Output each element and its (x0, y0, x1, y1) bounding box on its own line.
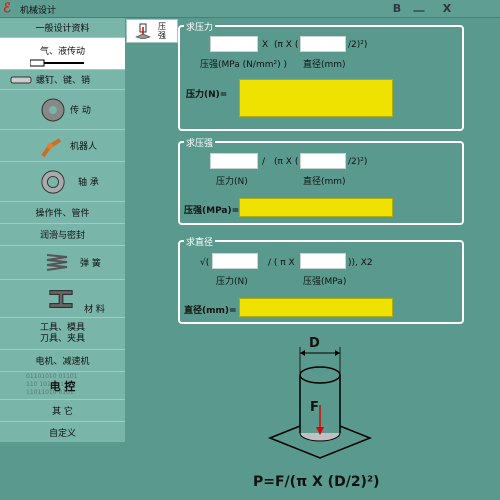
diameter-symbol-label: D (309, 336, 320, 351)
sidebar-item-operating-parts[interactable]: 操作件、管件 (0, 202, 125, 224)
pi-open-text: (π X ( (274, 40, 299, 50)
sidebar-item-pneumatic[interactable]: 气、液传动 (0, 38, 125, 70)
sidebar-item-label: 弹 簧 (80, 259, 101, 269)
divide-open-text: / ( π X (268, 258, 295, 268)
pressure-label: 压强(MPa (N/mm²) ) (200, 60, 287, 70)
window-title: 机械设计 (20, 6, 57, 16)
tail-text: /2)²) (348, 157, 368, 167)
tab-pressure[interactable]: 压 强 (126, 19, 178, 43)
sidebar-item-label: 螺钉、键、销 (36, 76, 91, 86)
i-beam-icon (48, 286, 74, 312)
force-label: 压力(N) (216, 177, 248, 187)
force-diameter-input[interactable] (300, 36, 346, 52)
sidebar-footer (0, 442, 125, 500)
group-title: 求压力 (184, 20, 216, 33)
pi-open-text: (π X ( (274, 157, 299, 167)
sidebar-item-label: 气、液传动 (39, 47, 85, 57)
spring-icon (44, 252, 70, 274)
sidebar-item-label: 机器人 (70, 142, 98, 152)
times-sign: X (262, 40, 269, 50)
close-button[interactable]: X (438, 1, 456, 16)
sidebar-item-electric-control[interactable]: 01101010 01101 110 10101 10 11011010 010… (0, 372, 125, 400)
divide-sign: / (262, 157, 266, 167)
minimize-button[interactable]: __ (410, 0, 428, 13)
pressure-diameter-input[interactable] (300, 153, 346, 169)
sidebar: 一般设计资料 气、液传动 螺钉、键、销 传 动 机器人 轴 承 操作件、管件 润… (0, 18, 125, 444)
pressure-formula: P=F/(π X (D/2)²) (253, 474, 380, 490)
sidebar-item-bearing[interactable]: 轴 承 (0, 162, 125, 202)
pressure-force-input[interactable] (210, 153, 258, 169)
group-title: 求压强 (184, 136, 216, 149)
force-result-label: 压力(N)= (186, 90, 228, 100)
diameter-force-input[interactable] (212, 253, 258, 269)
gear-icon (40, 97, 66, 123)
sidebar-item-spring[interactable]: 弹 簧 (0, 246, 125, 280)
sidebar-item-label: 电 控 (49, 379, 76, 393)
pressure-label: 压强(MPa) (303, 277, 347, 287)
sidebar-item-tools[interactable]: 工具、模具 刀具、夹具 (0, 318, 125, 350)
sidebar-item-label: 传 动 (70, 106, 91, 116)
sidebar-item-motors[interactable]: 电机、减速机 (0, 350, 125, 372)
tab-label: 压 强 (158, 22, 166, 40)
tail-text: /2)²) (348, 40, 368, 50)
sidebar-item-label: 工具、模具 刀具、夹具 (39, 322, 85, 344)
sidebar-item-label: 操作件、管件 (35, 209, 90, 219)
sidebar-item-material[interactable]: 材 料 (0, 280, 125, 318)
app-logo-icon: ℰ (3, 1, 11, 16)
robot-arm-icon (40, 134, 66, 158)
sidebar-item-label: 轴 承 (78, 178, 99, 188)
pressure-result-field (239, 198, 393, 217)
bearing-icon (40, 168, 66, 196)
sidebar-item-lubrication[interactable]: 润滑与密封 (0, 224, 125, 246)
group-title: 求直径 (184, 235, 216, 248)
force-pressure-input[interactable] (210, 36, 258, 52)
sidebar-item-label: 材 料 (84, 305, 105, 315)
sidebar-item-other[interactable]: 其 它 (0, 400, 125, 422)
sidebar-item-label: 电机、减速机 (35, 357, 90, 367)
sidebar-item-general[interactable]: 一般设计资料 (0, 18, 125, 38)
diameter-label: 直径(mm) (303, 177, 346, 187)
diameter-result-label: 直径(mm)= (184, 306, 237, 316)
title-bar: ℰ 机械设计 B __ X (0, 0, 500, 18)
sidebar-item-robot[interactable]: 机器人 (0, 130, 125, 162)
cylinder-rod-icon (30, 59, 84, 67)
force-symbol-label: F (310, 400, 319, 415)
sqrt-open-text: √( (200, 258, 210, 268)
sidebar-item-label: 其 它 (52, 407, 73, 417)
pressure-cylinder-diagram (267, 347, 373, 459)
sidebar-item-transmission[interactable]: 传 动 (0, 90, 125, 130)
diameter-label: 直径(mm) (303, 60, 346, 70)
bolt-icon (8, 74, 34, 86)
sidebar-item-label: 润滑与密封 (39, 231, 85, 241)
sidebar-item-label: 自定义 (48, 429, 76, 439)
b-button[interactable]: B (388, 1, 406, 16)
sidebar-item-label: 一般设计资料 (35, 24, 90, 34)
pressure-result-label: 压强(MPa)= (184, 206, 240, 216)
diameter-pressure-input[interactable] (300, 253, 346, 269)
force-result-field (239, 79, 393, 117)
sidebar-item-custom[interactable]: 自定义 (0, 422, 125, 444)
diameter-result-field (239, 298, 393, 317)
force-label: 压力(N) (216, 277, 248, 287)
sidebar-item-fasteners[interactable]: 螺钉、键、销 (0, 70, 125, 90)
tail-text: )), X2 (348, 258, 373, 268)
pressure-gauge-icon (135, 23, 151, 39)
